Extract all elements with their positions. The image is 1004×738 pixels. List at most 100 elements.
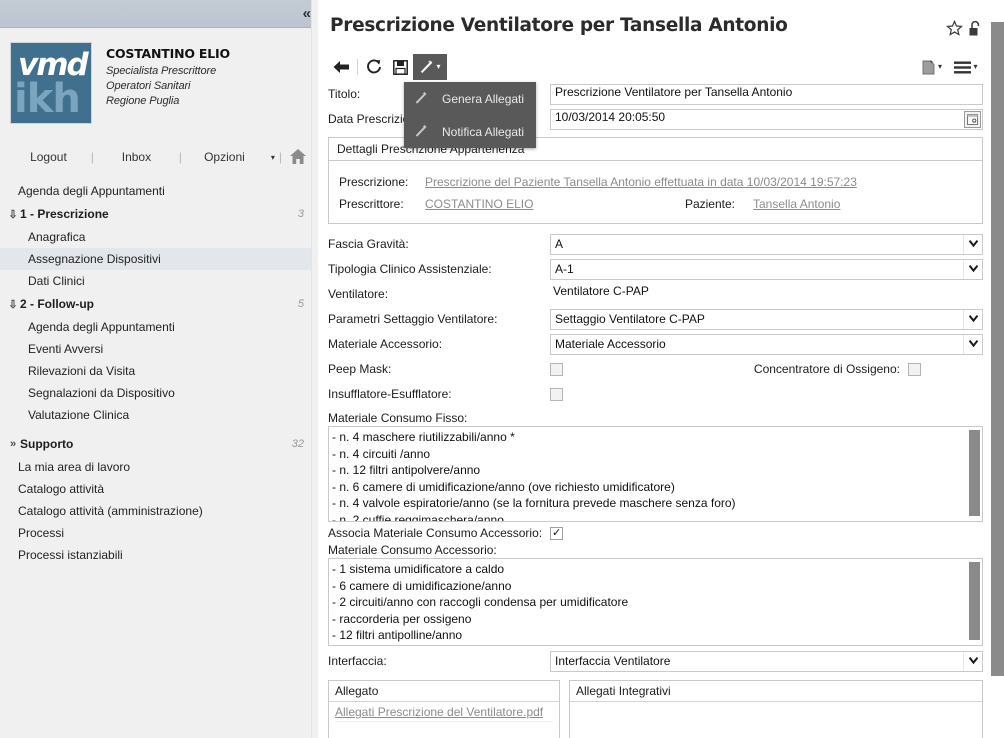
scrollbar-thumb[interactable]	[969, 562, 980, 640]
opzioni-chevron-down-icon[interactable]: ▾	[267, 153, 279, 162]
collapse-sidebar-icon[interactable]: «	[303, 6, 311, 21]
fascia-gravita-select[interactable]: A	[550, 233, 983, 255]
home-icon[interactable]	[282, 148, 312, 166]
associa-checkbox[interactable]: ✓	[550, 526, 564, 540]
chevron-down-icon[interactable]	[963, 234, 982, 254]
scrollbar-thumb[interactable]	[969, 430, 980, 516]
concentratore-checkbox[interactable]	[908, 362, 921, 376]
sidebar-group-followup[interactable]: ⇩ 2 - Follow-up 5	[0, 292, 318, 316]
sidebar-item-area-lavoro[interactable]: La mia area di lavoro	[0, 456, 318, 478]
new-document-button[interactable]: ▾	[915, 54, 949, 80]
sidebar-item-catalogo-attivita[interactable]: Catalogo attività	[0, 478, 318, 500]
sidebar-group-supporto[interactable]: » Supporto 32	[0, 432, 318, 456]
group-expand-icon: ⇩	[8, 298, 18, 311]
toolbar-separator	[357, 59, 358, 75]
sidebar-item-catalogo-attivita-admin[interactable]: Catalogo attività (amministrazione)	[0, 500, 318, 522]
sidebar-actions: Logout | Inbox | Opzioni ▾ |	[6, 142, 312, 172]
allegato-body: Allegati Prescrizione del Ventilatore.pd…	[329, 702, 559, 738]
sidebar-item-agenda-top[interactable]: Agenda degli Appuntamenti	[0, 180, 318, 202]
main-content: Prescrizione Ventilatore per Tansella An…	[318, 0, 1004, 738]
menu-item-notifica-allegati[interactable]: Notifica Allegati	[404, 115, 536, 148]
allegato-header: Allegato	[329, 681, 559, 702]
sidebar-topbar: «	[0, 0, 318, 28]
chevron-down-icon[interactable]	[963, 309, 982, 329]
action-toolbar: ▾ ▾ ▾ Genera Allegati Notifica Allegati	[318, 52, 997, 148]
materiale-accessorio-label: Materiale Accessorio:	[328, 337, 443, 351]
materiale-accessorio-select[interactable]: Materiale Accessorio	[550, 333, 983, 355]
paziente-link[interactable]: Tansella Antonio	[753, 197, 840, 211]
insufflatore-checkbox[interactable]	[550, 388, 563, 402]
back-button[interactable]	[328, 54, 354, 80]
sidebar-item-dati-clinici[interactable]: Dati Clinici	[0, 270, 318, 292]
tipologia-select[interactable]: A-1	[550, 258, 983, 280]
sidebar-item-assegnazione-dispositivi[interactable]: Assegnazione Dispositivi	[0, 248, 318, 270]
profile-panel: vmd ikh COSTANTINO ELIO Specialista Pres…	[0, 28, 318, 128]
inbox-link[interactable]: Inbox	[94, 150, 179, 164]
menu-item-genera-allegati[interactable]: Genera Allegati	[404, 82, 536, 115]
consumo-fisso-textarea[interactable]: - n. 4 maschere riutilizzabili/anno * - …	[328, 426, 983, 522]
prescrizione-link[interactable]: Prescrizione del Paziente Tansella Anton…	[425, 175, 857, 189]
sidebar-item-anagrafica[interactable]: Anagrafica	[0, 226, 318, 248]
consumo-fisso-value: - n. 4 maschere riutilizzabili/anno * - …	[332, 430, 736, 522]
scrollbar-thumb[interactable]	[991, 22, 1004, 676]
field-row-ventilatore: Ventilatore: Ventilatore C-PAP	[328, 282, 983, 306]
main-vertical-scrollbar[interactable]	[990, 22, 1004, 738]
parametri-select[interactable]: Settaggio Ventilatore C-PAP	[550, 308, 983, 330]
sidebar: « vmd ikh COSTANTINO ELIO Specialista Pr…	[0, 0, 318, 738]
profile-text: COSTANTINO ELIO Specialista Prescrittore…	[92, 42, 230, 124]
menu-item-label: Notifica Allegati	[442, 124, 525, 139]
sidebar-item-agenda-appuntamenti[interactable]: Agenda degli Appuntamenti	[0, 316, 318, 338]
interfaccia-select[interactable]: Interfaccia Ventilatore	[550, 650, 983, 672]
sidebar-item-valutazione-clinica[interactable]: Valutazione Clinica	[0, 404, 318, 426]
chevron-down-icon[interactable]	[963, 651, 982, 671]
field-row-materiale-accessorio: Materiale Accessorio: Materiale Accessor…	[328, 332, 983, 356]
consumo-fisso-label: Materiale Consumo Fisso:	[328, 411, 468, 425]
field-row-fascia-gravita: Fascia Gravità: A	[328, 232, 983, 256]
parametri-label: Parametri Settaggio Ventilatore:	[328, 312, 498, 326]
profile-region: Regione Puglia	[106, 95, 180, 107]
chevron-down-icon[interactable]	[963, 259, 982, 279]
prescrizione-label: Prescrizione:	[339, 175, 409, 189]
content-scroll-area: Prescrizione Ventilatore per Tansella An…	[318, 0, 997, 738]
ventilatore-value: Ventilatore C-PAP	[553, 283, 649, 298]
sidebar-group-count: 3	[297, 208, 304, 220]
consumo-accessorio-scrollbar[interactable]	[968, 560, 981, 644]
page-header-icons	[946, 16, 983, 37]
unlock-icon[interactable]	[967, 20, 983, 37]
sidebar-group-prescrizione[interactable]: ⇩ 1 - Prescrizione 3	[0, 202, 318, 226]
prescrittore-link[interactable]: COSTANTINO ELIO	[425, 197, 635, 211]
sidebar-navigation: Agenda degli Appuntamenti ⇩ 1 - Prescriz…	[0, 180, 318, 566]
allegati-integrativi-header: Allegati Integrativi	[570, 681, 982, 702]
magic-wand-button[interactable]: ▾	[413, 54, 447, 80]
refresh-button[interactable]	[361, 54, 387, 80]
sidebar-item-eventi-avversi[interactable]: Eventi Avversi	[0, 338, 318, 360]
consumo-fisso-scrollbar[interactable]	[968, 428, 981, 520]
tipologia-label: Tipologia Clinico Assistenziale:	[328, 262, 492, 276]
dettagli-row-prescrittore: Prescrittore: COSTANTINO ELIO Paziente: …	[339, 193, 972, 215]
sidebar-item-rilevazioni-visita[interactable]: Rilevazioni da Visita	[0, 360, 318, 382]
sidebar-item-processi[interactable]: Processi	[0, 522, 318, 544]
list-item[interactable]: Allegati Prescrizione del Ventilatore.pd…	[335, 705, 553, 722]
dettagli-fieldset: Dettagli Prescrizione Appartenenza Presc…	[328, 137, 983, 224]
sidebar-item-processi-istanziabili[interactable]: Processi istanziabili	[0, 544, 318, 566]
allegati-integrativi-body	[570, 702, 982, 738]
data-prescrizione-input[interactable]: 10/03/2014 20:05:50	[550, 108, 983, 130]
consumo-accessorio-textarea[interactable]: - 1 sistema umidificatore a caldo - 6 ca…	[328, 558, 983, 646]
sidebar-resize-handle[interactable]	[311, 0, 318, 738]
insufflatore-label: Insufflatore-Esufflatore:	[328, 387, 452, 401]
ventilatore-label: Ventilatore:	[328, 287, 389, 301]
logout-link[interactable]: Logout	[6, 150, 91, 164]
peep-mask-checkbox[interactable]	[550, 362, 563, 376]
sidebar-item-segnalazioni-dispositivo[interactable]: Segnalazioni da Dispositivo	[0, 382, 318, 404]
page-header: Prescrizione Ventilatore per Tansella An…	[318, 0, 997, 46]
group-expand-icon: ⇩	[8, 208, 18, 221]
allegato-file-link[interactable]: Allegati Prescrizione del Ventilatore.pd…	[335, 705, 543, 719]
star-icon[interactable]	[946, 19, 963, 37]
field-row-peep-mask: Peep Mask: Concentratore di Ossigeno:	[328, 357, 983, 381]
chevron-down-icon[interactable]	[963, 334, 982, 354]
concentratore-label: Concentratore di Ossigeno:	[753, 362, 900, 376]
calendar-icon[interactable]	[964, 110, 981, 128]
save-button[interactable]	[387, 54, 413, 80]
opzioni-link[interactable]: Opzioni	[182, 150, 267, 164]
hamburger-menu-button[interactable]: ▾	[949, 54, 983, 80]
